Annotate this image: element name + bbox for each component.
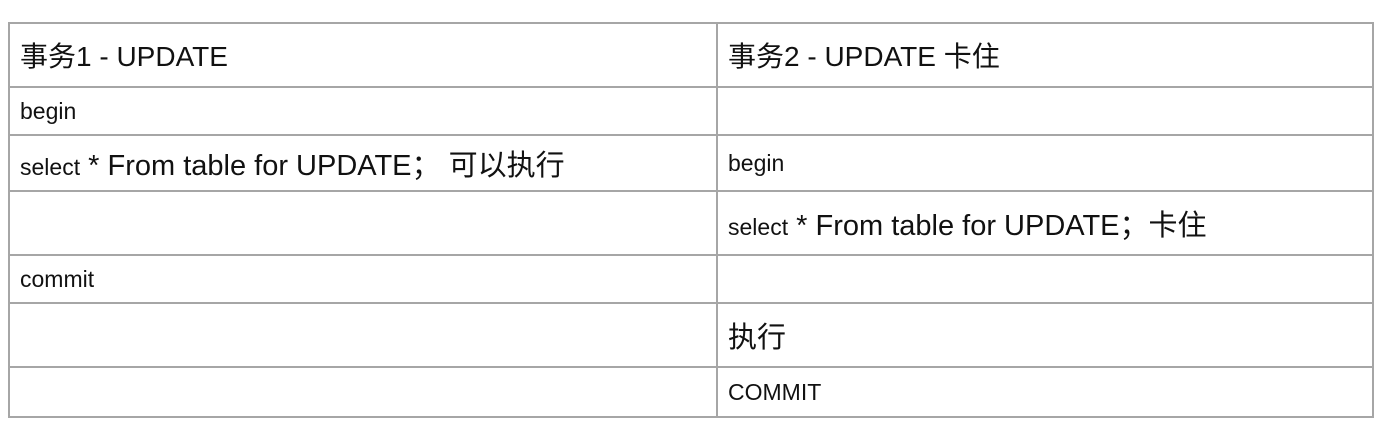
header-transaction-1: 事务1 - UPDATE	[8, 22, 718, 88]
sql-statement: * From table for UPDATE； 可以执行	[80, 150, 565, 182]
sql-statement: * From table for UPDATE；卡住	[788, 210, 1207, 242]
table-header-row: 事务1 - UPDATE 事务2 - UPDATE 卡住	[8, 22, 1374, 88]
tx1-cell	[8, 302, 718, 368]
tx1-cell: select * From table for UPDATE； 可以执行	[8, 134, 718, 192]
tx1-cell: begin	[8, 86, 718, 136]
tx2-cell: 执行	[716, 302, 1374, 368]
tx2-cell: COMMIT	[716, 366, 1374, 418]
table-row: commit	[8, 254, 1374, 304]
tx1-cell	[8, 190, 718, 256]
sql-keyword: select	[20, 154, 81, 180]
tx2-cell	[716, 254, 1374, 304]
table-row: select * From table for UPDATE； 可以执行 beg…	[8, 134, 1374, 192]
table-row: COMMIT	[8, 366, 1374, 418]
tx1-cell: commit	[8, 254, 718, 304]
sql-keyword: select	[728, 214, 789, 240]
table-row: 执行	[8, 302, 1374, 368]
tx2-cell: begin	[716, 134, 1374, 192]
tx1-cell	[8, 366, 718, 418]
tx2-cell	[716, 86, 1374, 136]
table-row: begin	[8, 86, 1374, 136]
header-transaction-2: 事务2 - UPDATE 卡住	[716, 22, 1374, 88]
table-row: select * From table for UPDATE；卡住	[8, 190, 1374, 256]
transaction-table: 事务1 - UPDATE 事务2 - UPDATE 卡住 begin selec…	[8, 22, 1374, 418]
tx2-cell: select * From table for UPDATE；卡住	[716, 190, 1374, 256]
